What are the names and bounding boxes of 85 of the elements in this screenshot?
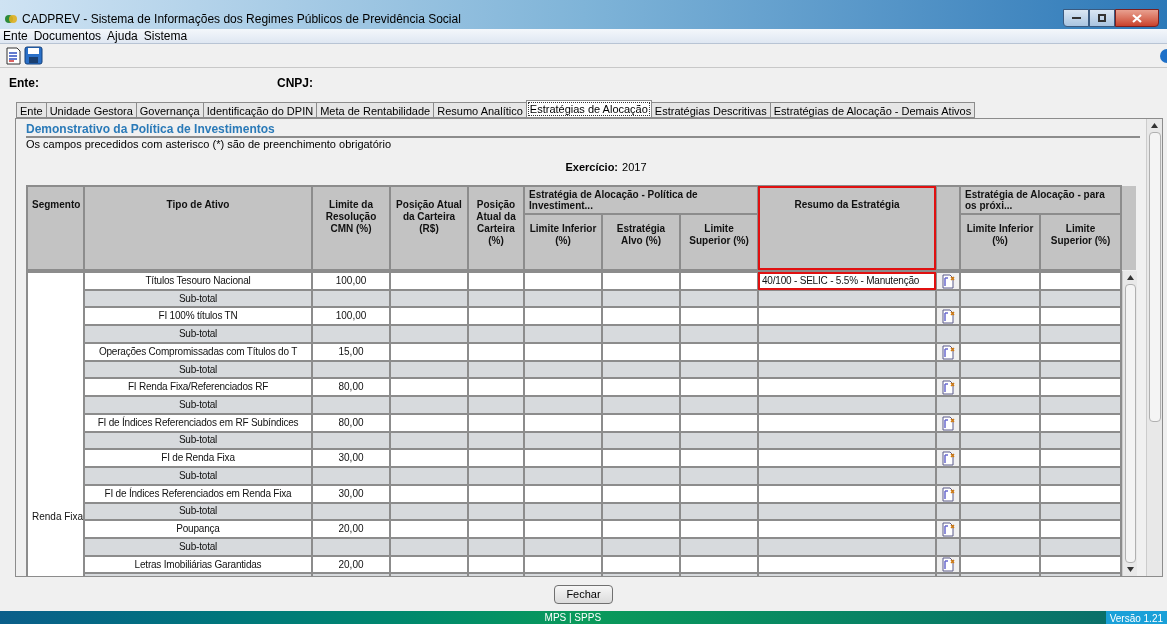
subtotal-label: Sub-total [178, 505, 218, 517]
subtotal-label: Sub-total [178, 434, 218, 446]
tab[interactable]: Governança [135, 102, 204, 118]
status-text: MPS | SPPS [543, 611, 603, 624]
asset-name: Títulos Tesouro Nacional [145, 274, 251, 286]
column-header: Limite Superior (%) [1040, 214, 1122, 270]
exercise-label: Exercício: [565, 159, 619, 175]
limit-value: 80,00 [338, 416, 364, 428]
edit-icon[interactable] [941, 309, 955, 325]
subtotal-label: Sub-total [178, 363, 218, 375]
edit-icon[interactable] [941, 451, 955, 467]
column-header: Estratégia Alvo (%) [602, 214, 680, 270]
menu-item[interactable]: Sistema [143, 27, 188, 45]
segment-label: Renda Fixa [32, 511, 84, 522]
subtotal-label: Sub-total [178, 399, 218, 410]
subtotal-label: Sub-total [178, 328, 218, 340]
column-header: Posição Atual da Carteira (%) [468, 186, 524, 270]
limit-value: 100,00 [335, 310, 367, 322]
tab[interactable]: Estratégias Descritivas [650, 102, 771, 118]
subtotal-label: Sub-total [178, 292, 218, 304]
close-icon [1132, 13, 1142, 23]
subtotal-label: Sub-total [178, 469, 218, 481]
scroll-up-icon[interactable] [1126, 275, 1134, 280]
version-text: Versão 1.21 [1105, 611, 1167, 624]
asset-name: FI de Índices Referenciados em RF Subíndices [97, 416, 299, 428]
minimize-button[interactable] [1063, 9, 1089, 27]
asset-name: FI 100% títulos TN [158, 310, 238, 322]
tab[interactable]: Estratégias de Alocação [525, 100, 652, 118]
tab[interactable]: Estratégias de Alocação - Demais Ativos [769, 102, 976, 118]
column-group-header: Estratégia de Alocação - Política de Investiment... [524, 186, 758, 214]
edit-icon[interactable] [941, 415, 955, 431]
scroll-down-icon[interactable] [1126, 567, 1134, 572]
edit-icon[interactable] [941, 380, 955, 396]
tab[interactable]: Meta de Rentabilidade [316, 102, 435, 118]
column-header: Limite Inferior (%) [960, 214, 1040, 270]
strategy-summary: 40/100 - SELIC - 5.5% - Manutenção [762, 274, 920, 286]
column-header: Tipo de Ativo [84, 186, 312, 270]
column-header: Limite da Resolução CMN (%) [312, 186, 390, 270]
restore-button[interactable] [1089, 9, 1115, 27]
edit-icon[interactable] [941, 344, 955, 360]
limit-value: 30,00 [338, 487, 364, 499]
limit-value: 15,00 [338, 345, 364, 357]
table-scrollbar[interactable] [1122, 271, 1137, 576]
column-header: Posição Atual da Carteira (R$) [390, 186, 468, 270]
column-header: Limite Superior (%) [680, 214, 758, 270]
limit-value: 30,00 [338, 452, 364, 464]
column-header: Segmento [27, 186, 84, 270]
scroll-up-icon[interactable] [1151, 123, 1158, 128]
edit-icon[interactable] [941, 486, 955, 502]
asset-name: FI de Renda Fixa [161, 452, 235, 464]
column-header: Resumo da Estratégia [758, 186, 936, 270]
limit-value: 100,00 [335, 274, 367, 286]
asset-name: Letras Imobiliárias Garantidas [134, 558, 262, 570]
document-icon[interactable] [6, 46, 21, 65]
asset-name: FI Renda Fixa/Referenciados RF [127, 381, 269, 393]
panel-scrollbar[interactable] [1146, 119, 1162, 576]
tab[interactable]: Resumo Analítico [433, 102, 527, 118]
tab[interactable]: Unidade Gestora [45, 102, 137, 118]
save-icon[interactable] [24, 46, 43, 65]
edit-icon[interactable] [941, 557, 955, 573]
window-title: CADPREV - Sistema de Informações dos Regimes Públicos de Previdência Social [22, 11, 461, 28]
asset-name: FI de Índices Referenciados em Renda Fixa [104, 487, 292, 499]
column-group-header: Estratégia de Alocação - para os próxi... [960, 186, 1122, 214]
field-label: Ente: [9, 75, 40, 92]
limit-value: 20,00 [338, 558, 364, 570]
field-label: CNPJ: [277, 75, 313, 92]
limit-value: 80,00 [338, 381, 364, 393]
subtotal-label: Sub-total [178, 540, 218, 552]
edit-icon[interactable] [941, 273, 955, 289]
tab[interactable]: Ente [16, 102, 47, 118]
asset-name: Poupança [176, 523, 220, 535]
exercise-value: 2017 [622, 159, 647, 175]
required-fields-note: Os campos precedidos com asterisco (*) são de preenchimento obrigatório [26, 138, 392, 151]
limit-value: 20,00 [338, 523, 364, 535]
close-button[interactable] [1115, 9, 1159, 27]
tab[interactable]: Identificação do DPIN [202, 102, 318, 118]
menu-item[interactable]: Documentos [33, 27, 102, 45]
section-title: Demonstrativo da Política de Investimentos [26, 122, 276, 136]
column-header: Limite Inferior (%) [524, 214, 602, 270]
asset-name: Operações Compromissadas com Títulos do T [98, 345, 298, 357]
menu-item[interactable]: Ente [3, 27, 28, 45]
close-dialog-button[interactable]: Fechar [554, 584, 613, 604]
edit-icon[interactable] [941, 522, 955, 538]
app-logo-icon [4, 13, 18, 25]
menu-item[interactable]: Ajuda [107, 27, 138, 45]
